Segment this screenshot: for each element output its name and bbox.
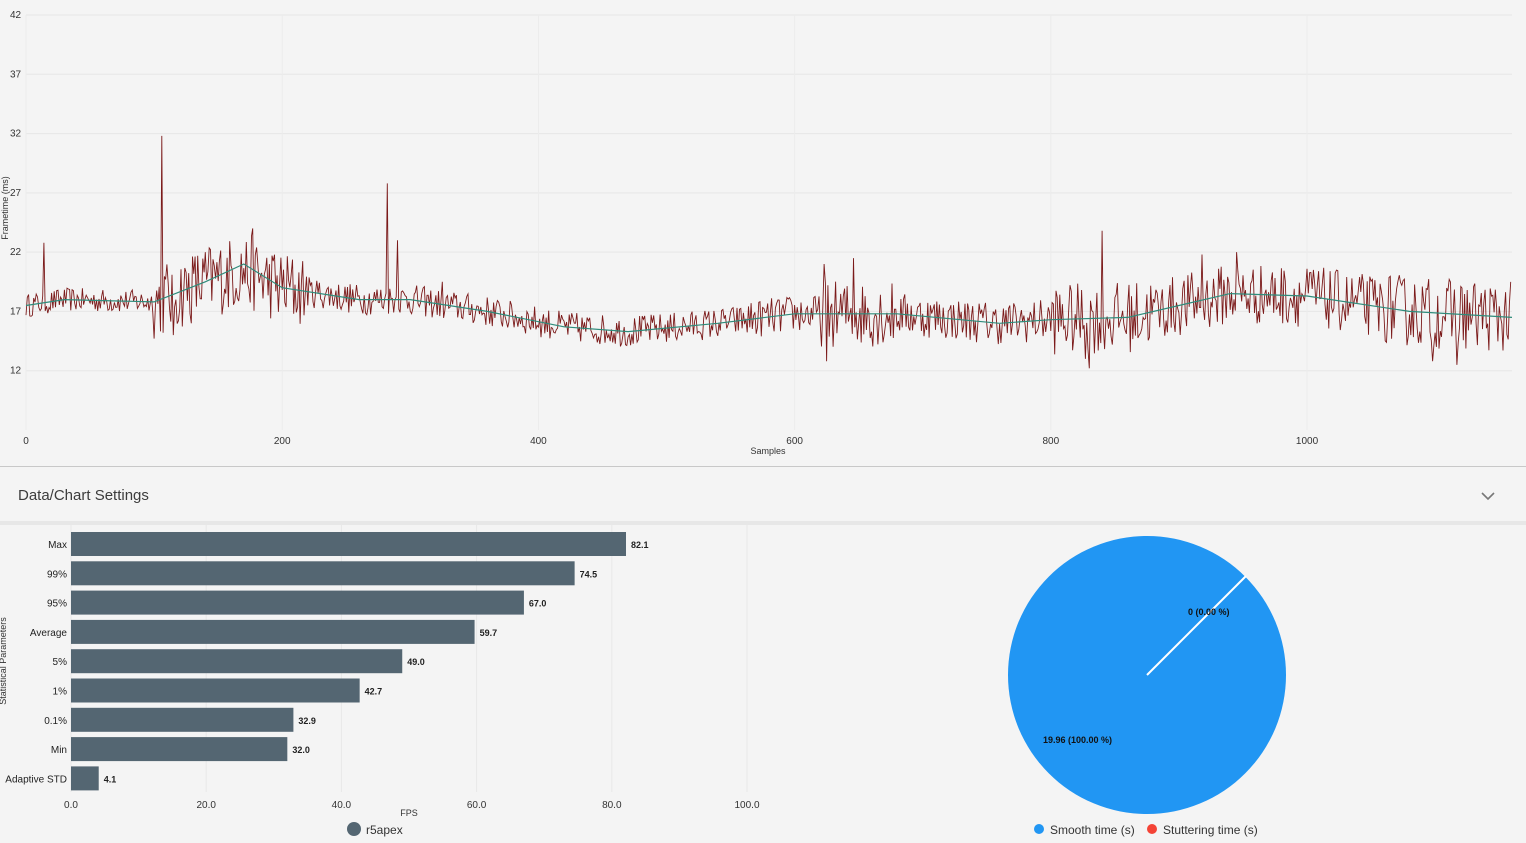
bar-category-label: Adaptive STD — [5, 774, 67, 785]
y-tick-label: 32 — [10, 129, 22, 140]
legend-label-r5apex: r5apex — [366, 823, 403, 837]
frametime-chart: 121722273237420 200 400 600 800 1000 Samples … — [0, 10, 1513, 456]
bar-x-axis-title: FPS — [400, 808, 418, 818]
stat-bar[interactable] — [71, 561, 575, 586]
bar-category-label: 5% — [53, 657, 68, 668]
bar-x-tick-label: 80.0 — [602, 800, 622, 811]
x-axis-title: Samples — [750, 446, 786, 456]
data-chart-settings-toggle[interactable]: Data/Chart Settings — [0, 467, 1526, 525]
bar-value-label: 42.7 — [365, 687, 383, 697]
bar-value-label: 49.0 — [407, 657, 425, 667]
legend-label-smooth[interactable]: Smooth time (s) — [1050, 823, 1135, 837]
stat-bar[interactable] — [71, 649, 403, 674]
legend-swatch-smooth — [1034, 824, 1044, 834]
bar-x-tick-label: 100.0 — [734, 800, 759, 811]
bar-x-tick-label: 20.0 — [196, 800, 216, 811]
y-tick-label: 17 — [10, 306, 22, 317]
chevron-down-icon[interactable] — [1480, 488, 1496, 504]
legend-swatch-stuttering — [1147, 824, 1157, 834]
bar-category-label: 99% — [47, 569, 67, 580]
bar-value-label: 32.0 — [292, 745, 310, 755]
bar-y-axis-title: Statistical Parameters — [0, 617, 8, 705]
settings-title: Data/Chart Settings — [18, 487, 149, 504]
y-tick-label: 12 — [10, 366, 22, 377]
stutter-pie-chart: 0 (0.00 %) 19.96 (100.00 %) Smooth time … — [1008, 536, 1286, 837]
y-tick-label: 22 — [10, 247, 22, 258]
bar-x-tick-label: 60.0 — [467, 800, 487, 811]
x-tick-label: 800 — [1042, 436, 1059, 447]
stat-bar[interactable] — [71, 737, 288, 762]
bar-value-label: 67.0 — [529, 599, 547, 609]
bar-value-label: 74.5 — [580, 569, 598, 579]
x-tick-label: 400 — [530, 436, 547, 447]
pie-label-stuttering: 0 (0.00 %) — [1188, 607, 1230, 617]
y-tick-label: 27 — [10, 188, 22, 199]
bar-value-label: 4.1 — [104, 774, 117, 784]
stat-bar[interactable] — [71, 619, 475, 644]
bar-category-label: 0.1% — [44, 716, 67, 727]
x-tick-label: 200 — [274, 436, 291, 447]
y-tick-label: 37 — [10, 69, 22, 80]
bar-value-label: 82.1 — [631, 540, 649, 550]
y-tick-label: 42 — [10, 10, 22, 21]
pie-label-smooth: 19.96 (100.00 %) — [1043, 735, 1112, 745]
bar-category-label: Max — [48, 540, 67, 551]
stat-bar[interactable] — [71, 766, 99, 791]
frametime-chart-panel: 12 17 22 27 32 37 42 0 200 400 600 800 1000 Samples … — [0, 0, 1526, 467]
stat-bar[interactable] — [71, 678, 360, 703]
stat-bar[interactable] — [71, 590, 524, 615]
x-tick-label: 600 — [786, 436, 803, 447]
bar-category-label: Average — [30, 628, 68, 639]
stat-bar[interactable] — [71, 707, 294, 732]
bar-x-tick-label: 0.0 — [64, 800, 78, 811]
bar-x-tick-label: 40.0 — [332, 800, 352, 811]
legend-swatch-r5apex — [347, 822, 361, 836]
legend-label-stuttering[interactable]: Stuttering time (s) — [1163, 823, 1258, 837]
bar-category-label: Min — [51, 745, 67, 756]
bar-value-label: 32.9 — [298, 716, 316, 726]
bar-value-label: 59.7 — [480, 628, 498, 638]
x-tick-label: 0 — [23, 436, 29, 447]
statistics-panel: 0.0 20.0 40.0 60.0 80.0 100.0 Max 82.1 99% 74.5 95… — [0, 525, 1526, 843]
statistics-bar-chart: 0.0 20.0 40.0 60.0 80.0 100.0 Max 82.1 99% 74.5 95… — [0, 525, 760, 837]
bar-category-label: 1% — [53, 687, 68, 698]
x-tick-label: 1000 — [1296, 436, 1319, 447]
stat-bar[interactable] — [71, 532, 626, 556]
bar-category-label: 95% — [47, 599, 67, 610]
y-axis-title: Frametime (ms) — [0, 176, 10, 240]
